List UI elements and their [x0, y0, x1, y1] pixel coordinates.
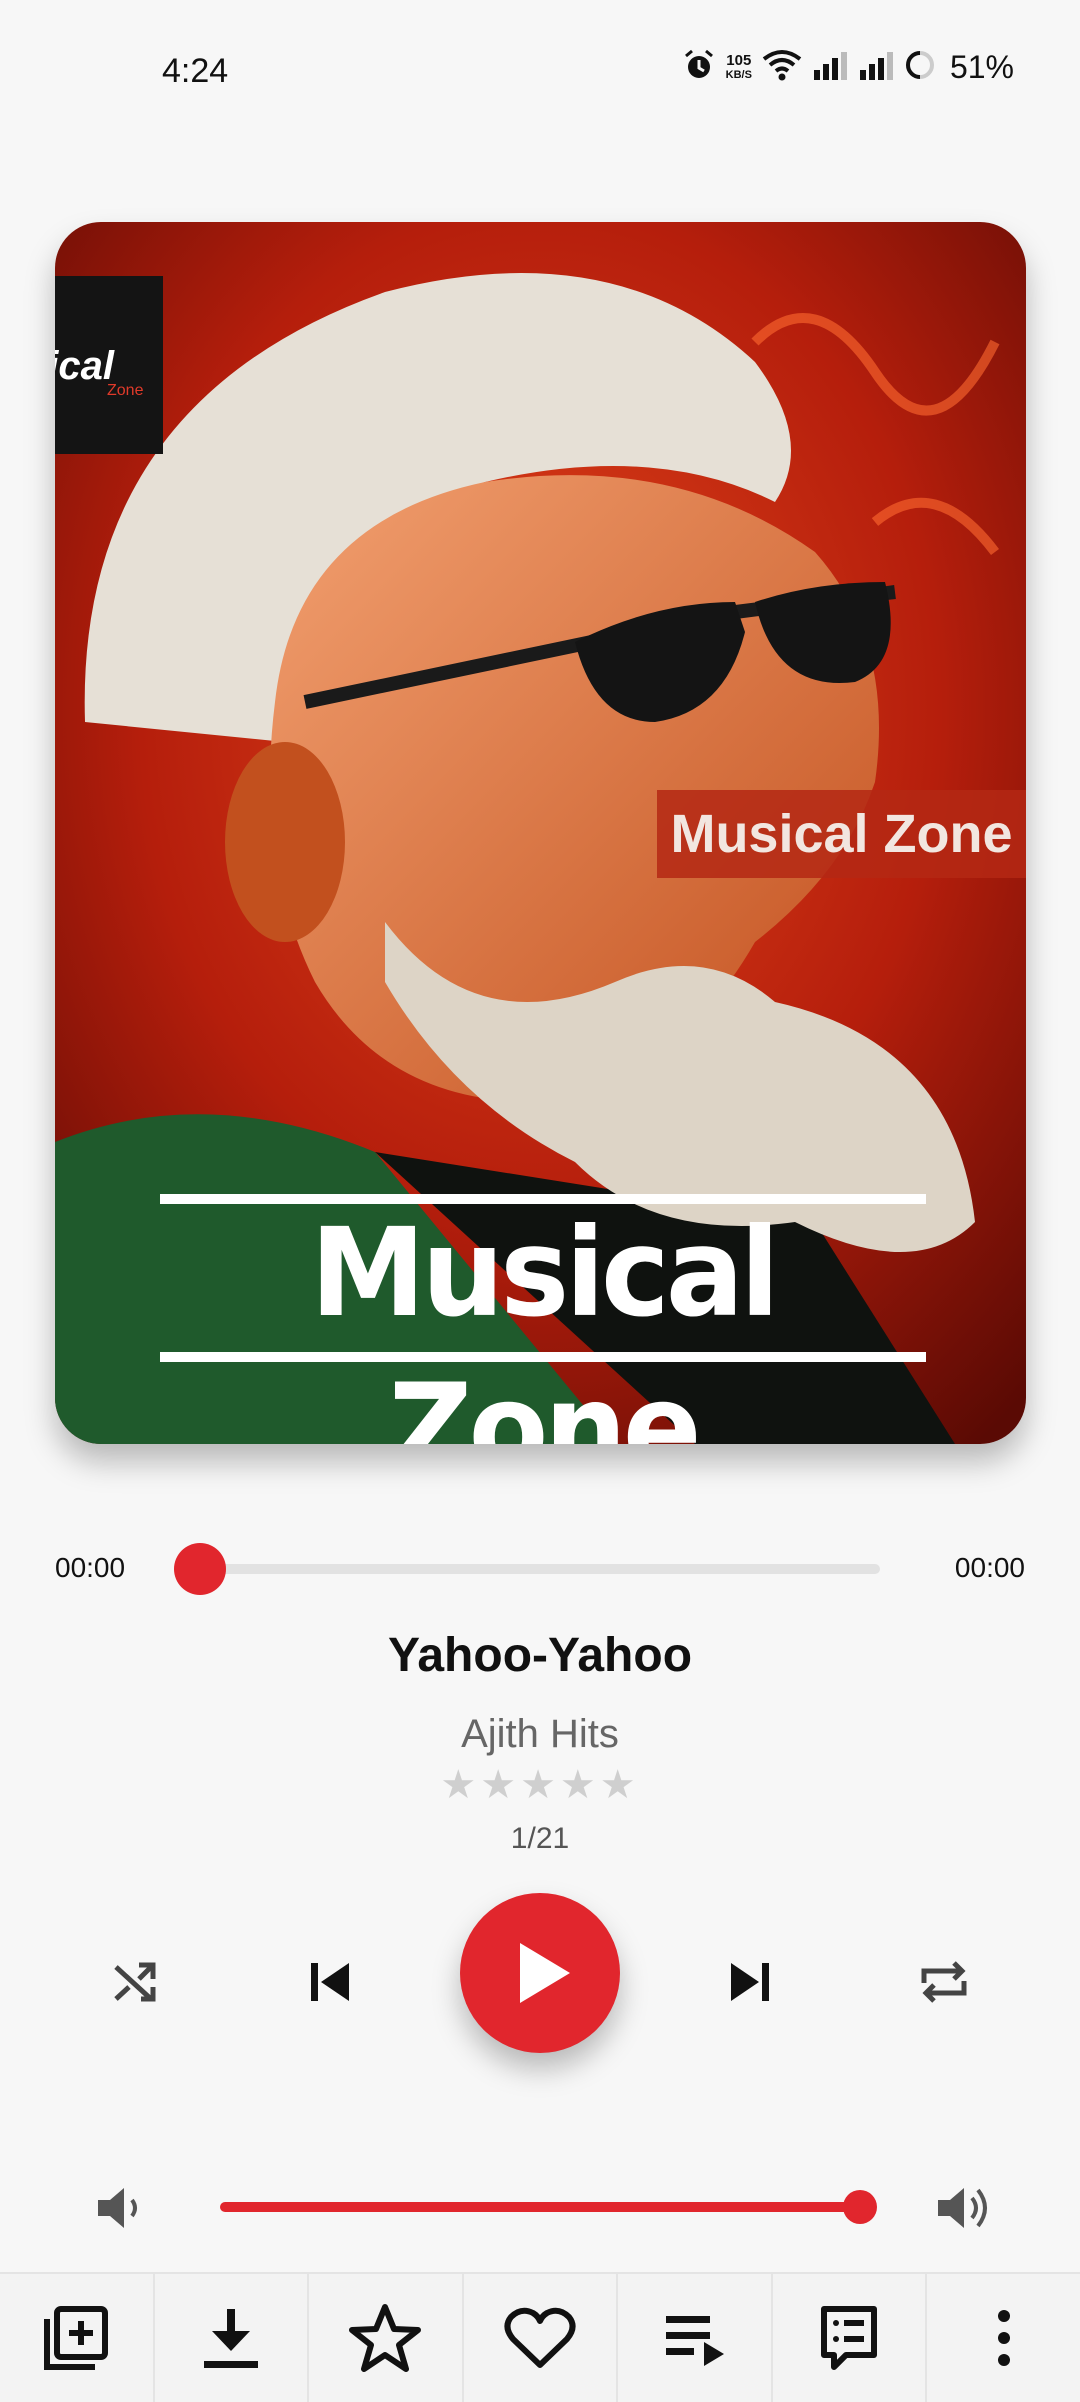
add-to-playlist-button[interactable] [0, 2274, 155, 2402]
album-art: sical Zone Musical Zone Musical Zone [55, 222, 1026, 1444]
next-button[interactable] [710, 1942, 790, 2022]
wifi-icon [762, 49, 802, 86]
repeat-button[interactable] [904, 1942, 984, 2022]
banner-line-bottom [160, 1352, 926, 1362]
shuffle-button[interactable] [96, 1942, 176, 2022]
volume-slider[interactable] [220, 2202, 860, 2212]
volume-down-icon[interactable] [90, 2180, 150, 2236]
speed-value: 105 [726, 51, 752, 69]
star-icon [349, 2304, 422, 2372]
track-title: Yahoo-Yahoo [387, 1629, 693, 1682]
more-options-button[interactable] [927, 2274, 1080, 2402]
status-time: 4:24 [162, 52, 229, 90]
more-icon [997, 2310, 1010, 2366]
play-button[interactable] [460, 1893, 620, 2053]
favorite-star-button[interactable] [309, 2274, 464, 2402]
lyrics-icon [821, 2306, 878, 2370]
network-speed: 105 KB/S [726, 53, 752, 83]
bottom-action-bar [0, 2272, 1080, 2402]
total-time: 00:00 [954, 1552, 1025, 1583]
logo-subtext: Zone [107, 382, 144, 399]
download-button[interactable] [155, 2274, 310, 2402]
skip-next-icon [731, 1963, 769, 2001]
seek-bar[interactable] [200, 1564, 880, 1574]
speed-unit: KB/S [725, 68, 752, 81]
previous-button[interactable] [290, 1942, 370, 2022]
signal-icon-2 [858, 50, 894, 85]
lyrics-button[interactable] [773, 2274, 928, 2402]
signal-icon [812, 50, 848, 85]
skip-previous-icon [311, 1963, 349, 2001]
add-to-playlist-icon [44, 2306, 109, 2370]
elapsed-time: 00:00 [55, 1552, 126, 1583]
volume-thumb[interactable] [843, 2190, 877, 2224]
alarm-icon [682, 48, 716, 87]
shuffle-icon [114, 1962, 156, 2002]
status-icons: 105 KB/S 51% [682, 48, 1014, 87]
channel-logo: sical Zone [55, 276, 163, 454]
volume-up-icon[interactable] [934, 2180, 994, 2236]
repeat-icon [921, 1961, 967, 2003]
artwork-banner: Musical Zone [160, 1194, 926, 1444]
battery-percent: 51% [949, 49, 1014, 85]
queue-button[interactable] [618, 2274, 773, 2402]
heart-icon [504, 2307, 576, 2368]
rating-stars[interactable]: ★★★★★ [0, 1762, 1080, 1808]
track-position: 1/21 [510, 1822, 570, 1855]
download-icon [203, 2309, 258, 2368]
play-icon [520, 1943, 570, 2003]
queue-icon [665, 2316, 724, 2366]
status-bar: 4:24 105 KB/S 51% [0, 0, 1080, 140]
track-artist: Ajith Hits [461, 1712, 619, 1756]
banner-text: Musical Zone [310, 1202, 780, 1444]
logo-text: sical [55, 344, 114, 388]
artwork-tag: Musical Zone [657, 790, 1026, 878]
seek-thumb[interactable] [174, 1543, 226, 1595]
battery-icon [904, 49, 936, 86]
like-button[interactable] [464, 2274, 619, 2402]
